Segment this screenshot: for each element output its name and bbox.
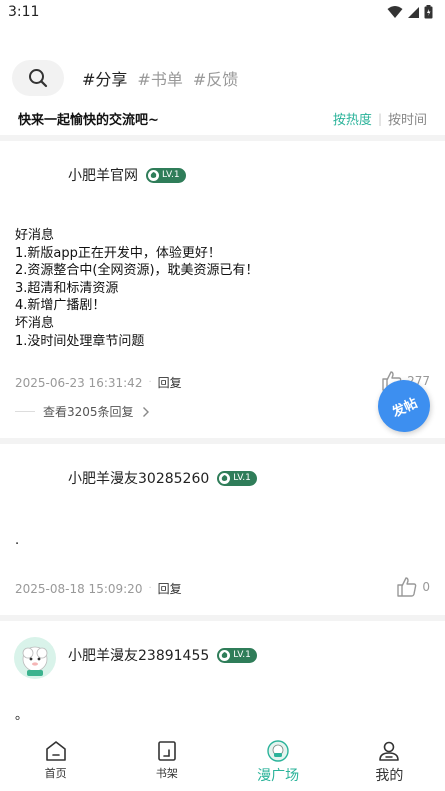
- status-bar: 3:11: [0, 0, 445, 26]
- post-time: 2025-06-23 16:31:42: [15, 375, 143, 390]
- signal-icon: [408, 6, 419, 18]
- post-card[interactable]: 小肥羊漫友30285260 LV.1 . 2025-08-18 15:09:20…: [0, 444, 445, 616]
- slogan-text: 快来一起愉快的交流吧~: [18, 113, 159, 128]
- nav-profile[interactable]: 我的: [334, 733, 445, 791]
- leaf-icon: [219, 649, 231, 661]
- post-card[interactable]: 小肥羊漫友23891455 LV.1 。: [0, 621, 445, 733]
- sort-by-time[interactable]: 按时间: [388, 109, 427, 128]
- author-name: 小肥羊漫友23891455: [68, 648, 210, 664]
- status-time: 3:11: [8, 4, 40, 20]
- status-icons: [387, 5, 433, 19]
- chevron-right-icon: [142, 406, 149, 417]
- post-author[interactable]: 小肥羊漫友30285260 LV.1: [68, 468, 257, 488]
- avatar[interactable]: [14, 637, 56, 679]
- leaf-icon: [148, 169, 159, 181]
- like-button[interactable]: 0: [396, 576, 430, 598]
- tab-booklist[interactable]: #书单: [137, 66, 182, 90]
- level-badge: LV.1: [217, 647, 257, 663]
- post-author[interactable]: 小肥羊官网 LV.1: [68, 165, 186, 185]
- post-time: 2025-08-18 15:09:20: [15, 581, 143, 596]
- tab-feedback[interactable]: #反馈: [193, 66, 238, 90]
- battery-icon: [424, 5, 433, 19]
- post-author[interactable]: 小肥羊漫友23891455 LV.1: [68, 645, 257, 665]
- nav-plaza-label: 漫广场: [257, 768, 300, 784]
- nav-profile-label: 我的: [375, 768, 404, 784]
- nav-home-label: 首页: [44, 767, 67, 780]
- nav-home[interactable]: 首页: [0, 733, 111, 791]
- post-meta: 2025-06-23 16:31:42 · 回复: [15, 374, 182, 391]
- level-badge: LV.1: [146, 167, 186, 183]
- plaza-icon: [267, 740, 289, 762]
- sort-by-popularity[interactable]: 按热度: [333, 109, 372, 128]
- level-text: LV.1: [233, 473, 251, 483]
- profile-icon: [379, 741, 400, 761]
- sub-bar: 快来一起愉快的交流吧~ 按热度 | 按时间: [0, 108, 445, 129]
- sort-separator: |: [377, 111, 382, 126]
- wifi-icon: [387, 6, 403, 18]
- author-name: 小肥羊漫友30285260: [68, 471, 210, 487]
- level-text: LV.1: [233, 650, 251, 660]
- home-icon: [45, 741, 66, 761]
- replies-line: [15, 411, 35, 412]
- reply-button[interactable]: 回复: [158, 374, 182, 391]
- reply-button[interactable]: 回复: [158, 580, 182, 597]
- thumbs-up-icon: [397, 577, 417, 597]
- post-card[interactable]: 小肥羊官网 LV.1 好消息 1.新版app正在开发中，体验更好！ 2.资源整合…: [0, 141, 445, 438]
- sort-switch: 按热度 | 按时间: [333, 109, 427, 129]
- post-meta: 2025-08-18 15:09:20 · 回复: [15, 580, 182, 597]
- view-replies-link[interactable]: 查看3205条回复: [15, 403, 150, 420]
- level-text: LV.1: [162, 170, 180, 180]
- post-content: .: [15, 533, 20, 548]
- level-badge: LV.1: [217, 470, 257, 486]
- leaf-icon: [219, 472, 231, 484]
- meta-dot: ·: [148, 583, 152, 594]
- search-icon: [29, 69, 48, 88]
- nav-bookshelf-label: 书架: [155, 767, 178, 780]
- like-count: 0: [422, 580, 430, 594]
- nav-bookshelf[interactable]: 书架: [111, 733, 222, 791]
- bottom-nav: 首页 书架 漫广场 我的: [0, 733, 445, 791]
- nav-plaza[interactable]: 漫广场: [223, 733, 334, 791]
- new-post-label: 发帖: [389, 395, 420, 421]
- tab-share[interactable]: #分享: [82, 66, 127, 90]
- view-replies-text: 查看3205条回复: [43, 405, 134, 419]
- author-name: 小肥羊官网: [68, 168, 138, 184]
- meta-dot: ·: [148, 377, 152, 388]
- post-content: 好消息 1.新版app正在开发中，体验更好！ 2.资源整合中(全网资源)，耽美资…: [15, 228, 259, 349]
- bookshelf-icon: [158, 741, 176, 761]
- post-content: 。: [15, 708, 29, 723]
- search-button[interactable]: [12, 60, 64, 96]
- category-tabs: #分享 #书单 #反馈: [82, 66, 238, 90]
- top-bar: #分享 #书单 #反馈: [0, 58, 445, 98]
